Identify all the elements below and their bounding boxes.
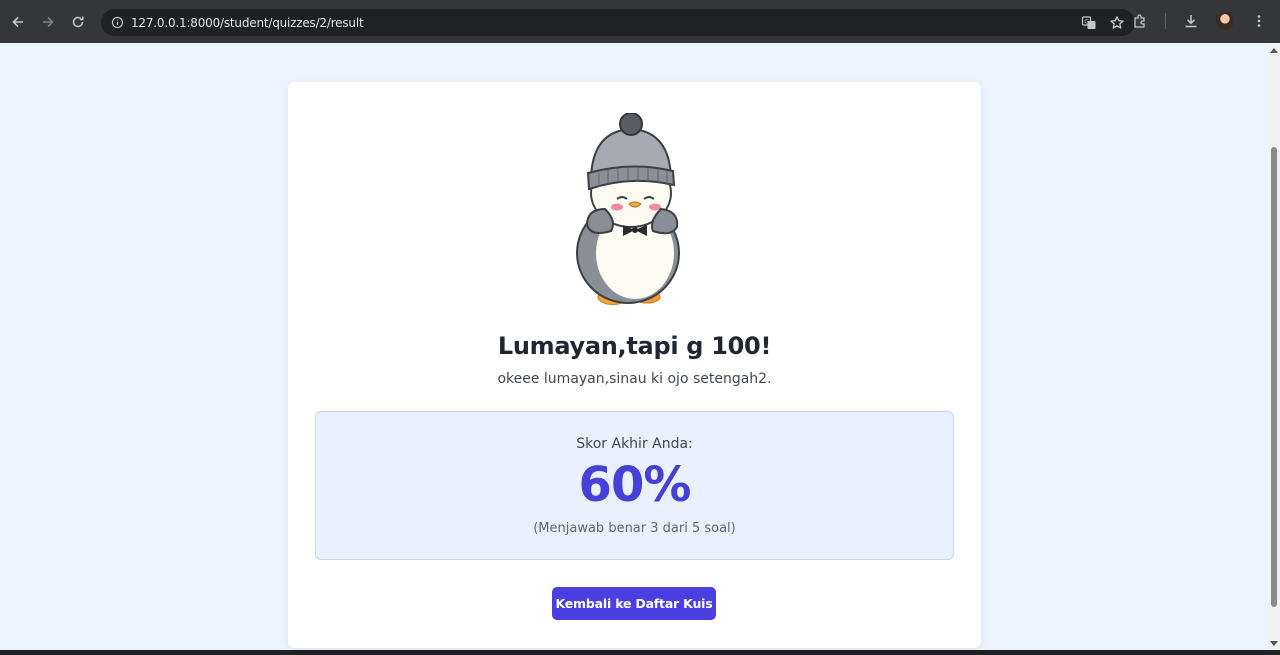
profile-avatar-icon[interactable] xyxy=(1210,6,1240,36)
forward-icon[interactable] xyxy=(33,7,63,37)
back-to-quiz-list-button[interactable]: Kembali ke Daftar Kuis xyxy=(552,587,716,620)
scroll-up-icon[interactable] xyxy=(1270,48,1278,53)
back-icon[interactable] xyxy=(3,7,33,37)
avatar xyxy=(1216,12,1234,30)
score-value: 60% xyxy=(578,457,692,513)
svg-text:G: G xyxy=(1084,18,1089,25)
window-bottom-edge xyxy=(0,650,1280,655)
reload-icon[interactable] xyxy=(63,7,93,37)
site-info-icon[interactable] xyxy=(103,9,131,36)
translate-icon[interactable]: G xyxy=(1077,11,1101,35)
scrollbar-thumb[interactable] xyxy=(1271,147,1277,607)
toolbar-divider xyxy=(1165,13,1166,29)
extensions-icon[interactable] xyxy=(1125,6,1155,36)
score-box: Skor Akhir Anda: 60% (Menjawab benar 3 d… xyxy=(315,411,954,560)
result-title: Lumayan,tapi g 100! xyxy=(497,332,772,360)
url-text[interactable]: 127.0.0.1:8000/student/quizzes/2/result xyxy=(131,16,364,30)
address-bar[interactable]: 127.0.0.1:8000/student/quizzes/2/result … xyxy=(101,9,1135,36)
vertical-scrollbar[interactable] xyxy=(1268,43,1280,650)
menu-kebab-icon[interactable] xyxy=(1244,6,1274,36)
scroll-down-icon[interactable] xyxy=(1270,641,1278,646)
score-label: Skor Akhir Anda: xyxy=(576,436,693,452)
browser-toolbar: 127.0.0.1:8000/student/quizzes/2/result … xyxy=(0,0,1280,43)
score-detail: (Menjawab benar 3 dari 5 soal) xyxy=(533,521,736,536)
result-message: okeee lumayan,sinau ki ojo setengah2. xyxy=(497,371,772,387)
page-viewport: Lumayan,tapi g 100! okeee lumayan,sinau … xyxy=(0,43,1268,650)
result-card: Lumayan,tapi g 100! okeee lumayan,sinau … xyxy=(288,82,981,648)
download-icon[interactable] xyxy=(1176,6,1206,36)
penguin-mascot-image xyxy=(576,113,680,305)
